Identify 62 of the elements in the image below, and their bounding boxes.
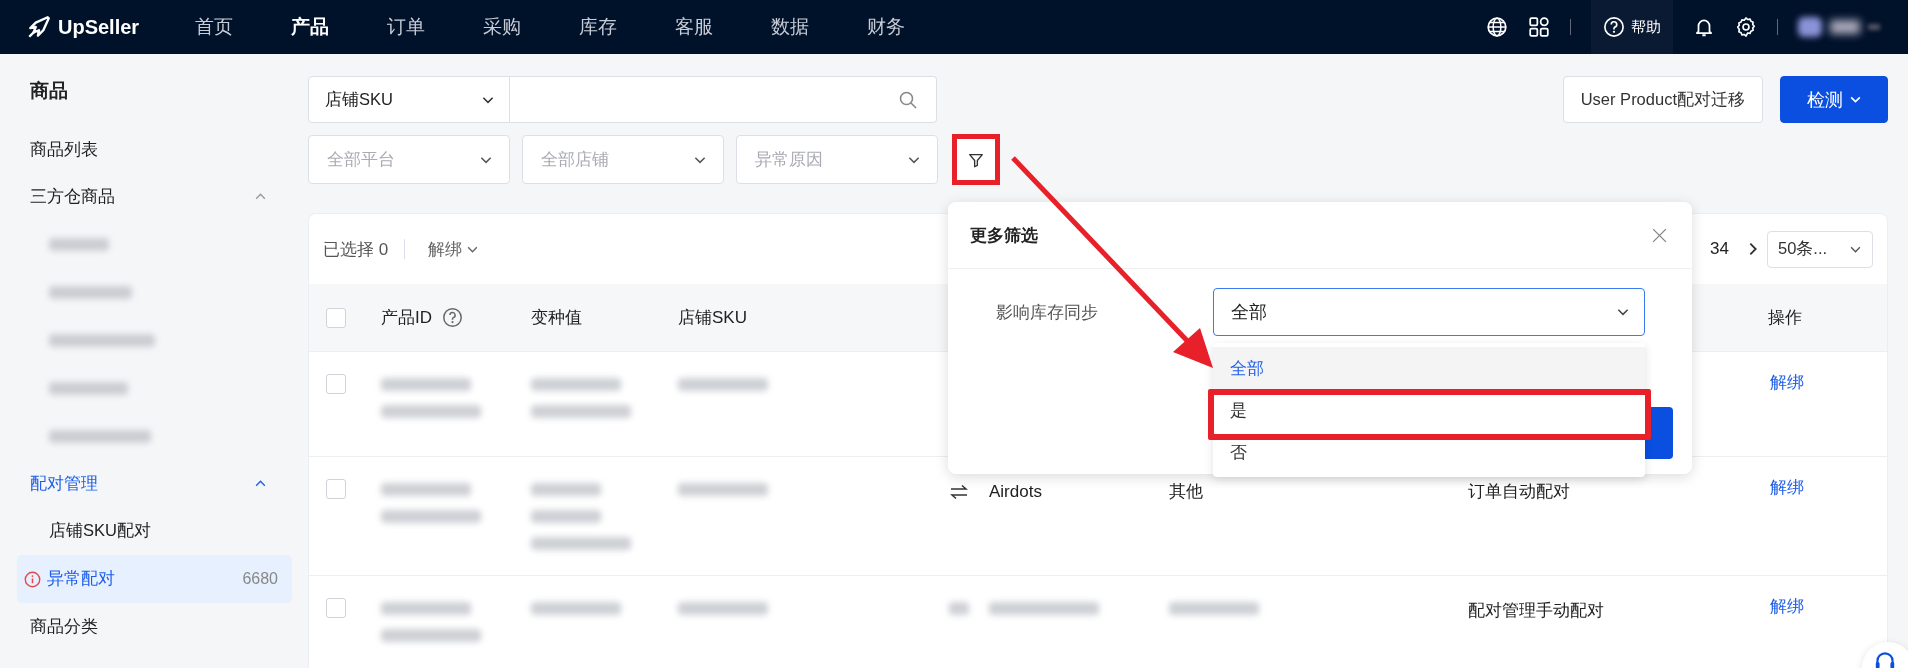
table-cell: Airdots [989,483,1042,500]
unbind-link[interactable]: 解绑 [1770,598,1887,615]
sidebar-item[interactable]: 商品列表 [0,126,297,173]
page-number[interactable]: 34 [1710,239,1729,259]
blurred-text [49,237,109,251]
close-icon[interactable] [1651,226,1668,244]
nav-tab[interactable]: 数据 [771,14,809,40]
search-field[interactable] [510,76,937,123]
sidebar-title: 商品 [29,79,69,103]
unbind-link[interactable]: 解绑 [1770,479,1887,496]
dropdown-option[interactable]: 全部 [1213,347,1645,389]
row-checkbox[interactable] [326,479,346,499]
table-cell-text: 订单自动配对 [1468,483,1571,500]
table-cell-text: 配对管理手动配对 [1468,602,1605,619]
nav-tab[interactable]: 采购 [483,14,521,40]
migrate-button[interactable]: User Product配对迁移 [1562,76,1763,123]
selected-count: 已选择 0 [323,238,389,261]
help-icon [1603,16,1625,38]
sidebar-item[interactable]: 店铺SKU配对 [17,507,292,555]
nav-tab[interactable]: 产品 [291,14,329,40]
column-header: 店铺SKU [678,307,747,329]
settings-icon[interactable] [1735,16,1757,38]
blurred-text [531,510,601,523]
rocket-logo-icon [26,14,52,40]
blurred-user[interactable] [1798,17,1880,37]
sidebar-group[interactable]: 配对管理 [0,460,297,507]
alert-icon [24,570,41,588]
nav-tab[interactable]: 库存 [579,14,617,40]
stock-sync-select[interactable]: 全部 [1213,288,1645,336]
column-header: 操作 [1768,307,1802,329]
nav-tab[interactable]: 财务 [867,14,905,40]
blurred-text [531,483,601,496]
search-type-select[interactable]: 店铺SKU [308,76,510,123]
nav-tab[interactable]: 订单 [387,14,425,40]
globe-icon[interactable] [1486,16,1508,38]
row-checkbox[interactable] [326,598,346,618]
unbind-link[interactable]: 解绑 [1770,374,1887,391]
row-checkbox[interactable] [326,374,346,394]
column-header: 变种值 [531,307,582,329]
popup-title: 更多筛选 [970,224,1038,247]
field-label: 影响库存同步 [995,301,1099,324]
logo-text: UpSeller [58,15,140,39]
sidebar-item-label: 店铺SKU配对 [49,520,151,541]
swap-icon [949,483,969,500]
select-all-checkbox[interactable] [326,307,346,328]
nav-tab[interactable]: 客服 [675,14,713,40]
unbind-dropdown[interactable]: 解绑 [428,237,480,261]
sidebar-group[interactable]: 三方仓商品 [0,173,297,220]
column-header: 产品ID [381,307,432,329]
help-button[interactable]: 帮助 [1591,0,1673,54]
detect-button[interactable]: 检测 [1780,76,1888,123]
apps-icon[interactable] [1528,16,1550,38]
page-size-select[interactable]: 50条... [1767,230,1873,268]
nav-tab[interactable]: 首页 [195,14,233,40]
search-icon[interactable] [898,89,918,110]
help-icon[interactable] [442,307,463,328]
sidebar-item-selected[interactable]: 异常配对 6680 [17,555,292,603]
blurred-icon [949,602,969,615]
sidebar-item[interactable]: 商品分类 [0,603,297,650]
sidebar-item-label: 异常配对 [47,568,115,589]
item-count: 6680 [242,570,278,588]
table-cell-text: 其他 [1169,483,1204,500]
